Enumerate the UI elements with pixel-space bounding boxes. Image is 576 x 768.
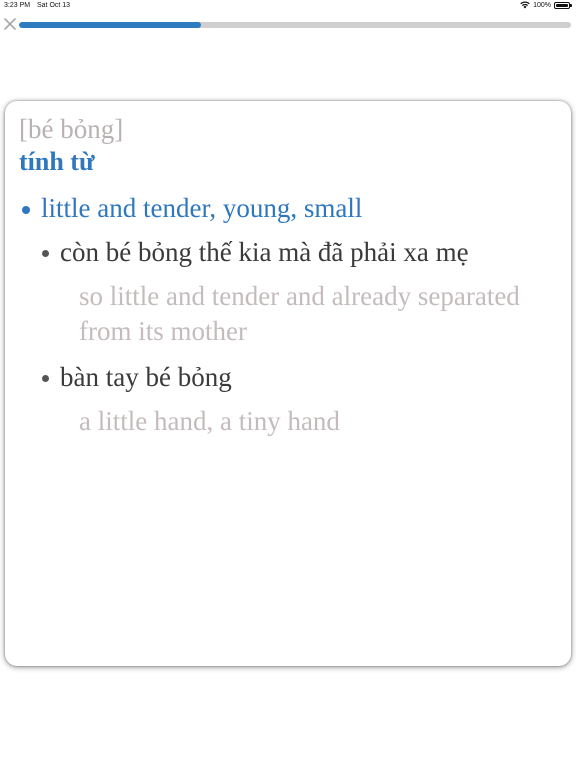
bullet-icon [42,375,49,382]
status-bar: 3:23 PM Sat Oct 13 100% [0,0,576,12]
progress-fill [19,22,202,28]
example-translation: so little and tender and already separat… [79,281,520,346]
battery-percent: 100% [533,1,551,9]
sense: little and tender, young, small [19,192,557,224]
status-date: Sat Oct 13 [37,2,71,9]
definition-card[interactable]: [bé bỏng] tính từ little and tender, you… [5,101,571,666]
pronunciation: [bé bỏng] [19,114,124,144]
example-item: bàn tay bé bỏng a little hand, a tiny ha… [42,361,557,439]
status-time: 3:23 PM [4,2,31,9]
progress-bar [19,22,571,28]
battery-icon [554,1,572,9]
bullet-icon [22,206,30,214]
bullet-icon [42,250,49,257]
close-button[interactable] [2,16,18,32]
close-icon [4,18,16,30]
part-of-speech: tính từ [19,147,95,176]
example-vietnamese: còn bé bỏng thế kia mà đã phải xa mẹ [60,237,469,267]
sense-definition: little and tender, young, small [41,193,363,223]
wifi-icon [520,1,530,9]
example-translation: a little hand, a tiny hand [79,406,340,436]
example-item: còn bé bỏng thế kia mà đã phải xa mẹ so … [42,236,557,349]
status-indicators: 100% [520,1,572,9]
examples-list: còn bé bỏng thế kia mà đã phải xa mẹ so … [42,236,557,439]
example-vietnamese: bàn tay bé bỏng [60,362,232,392]
